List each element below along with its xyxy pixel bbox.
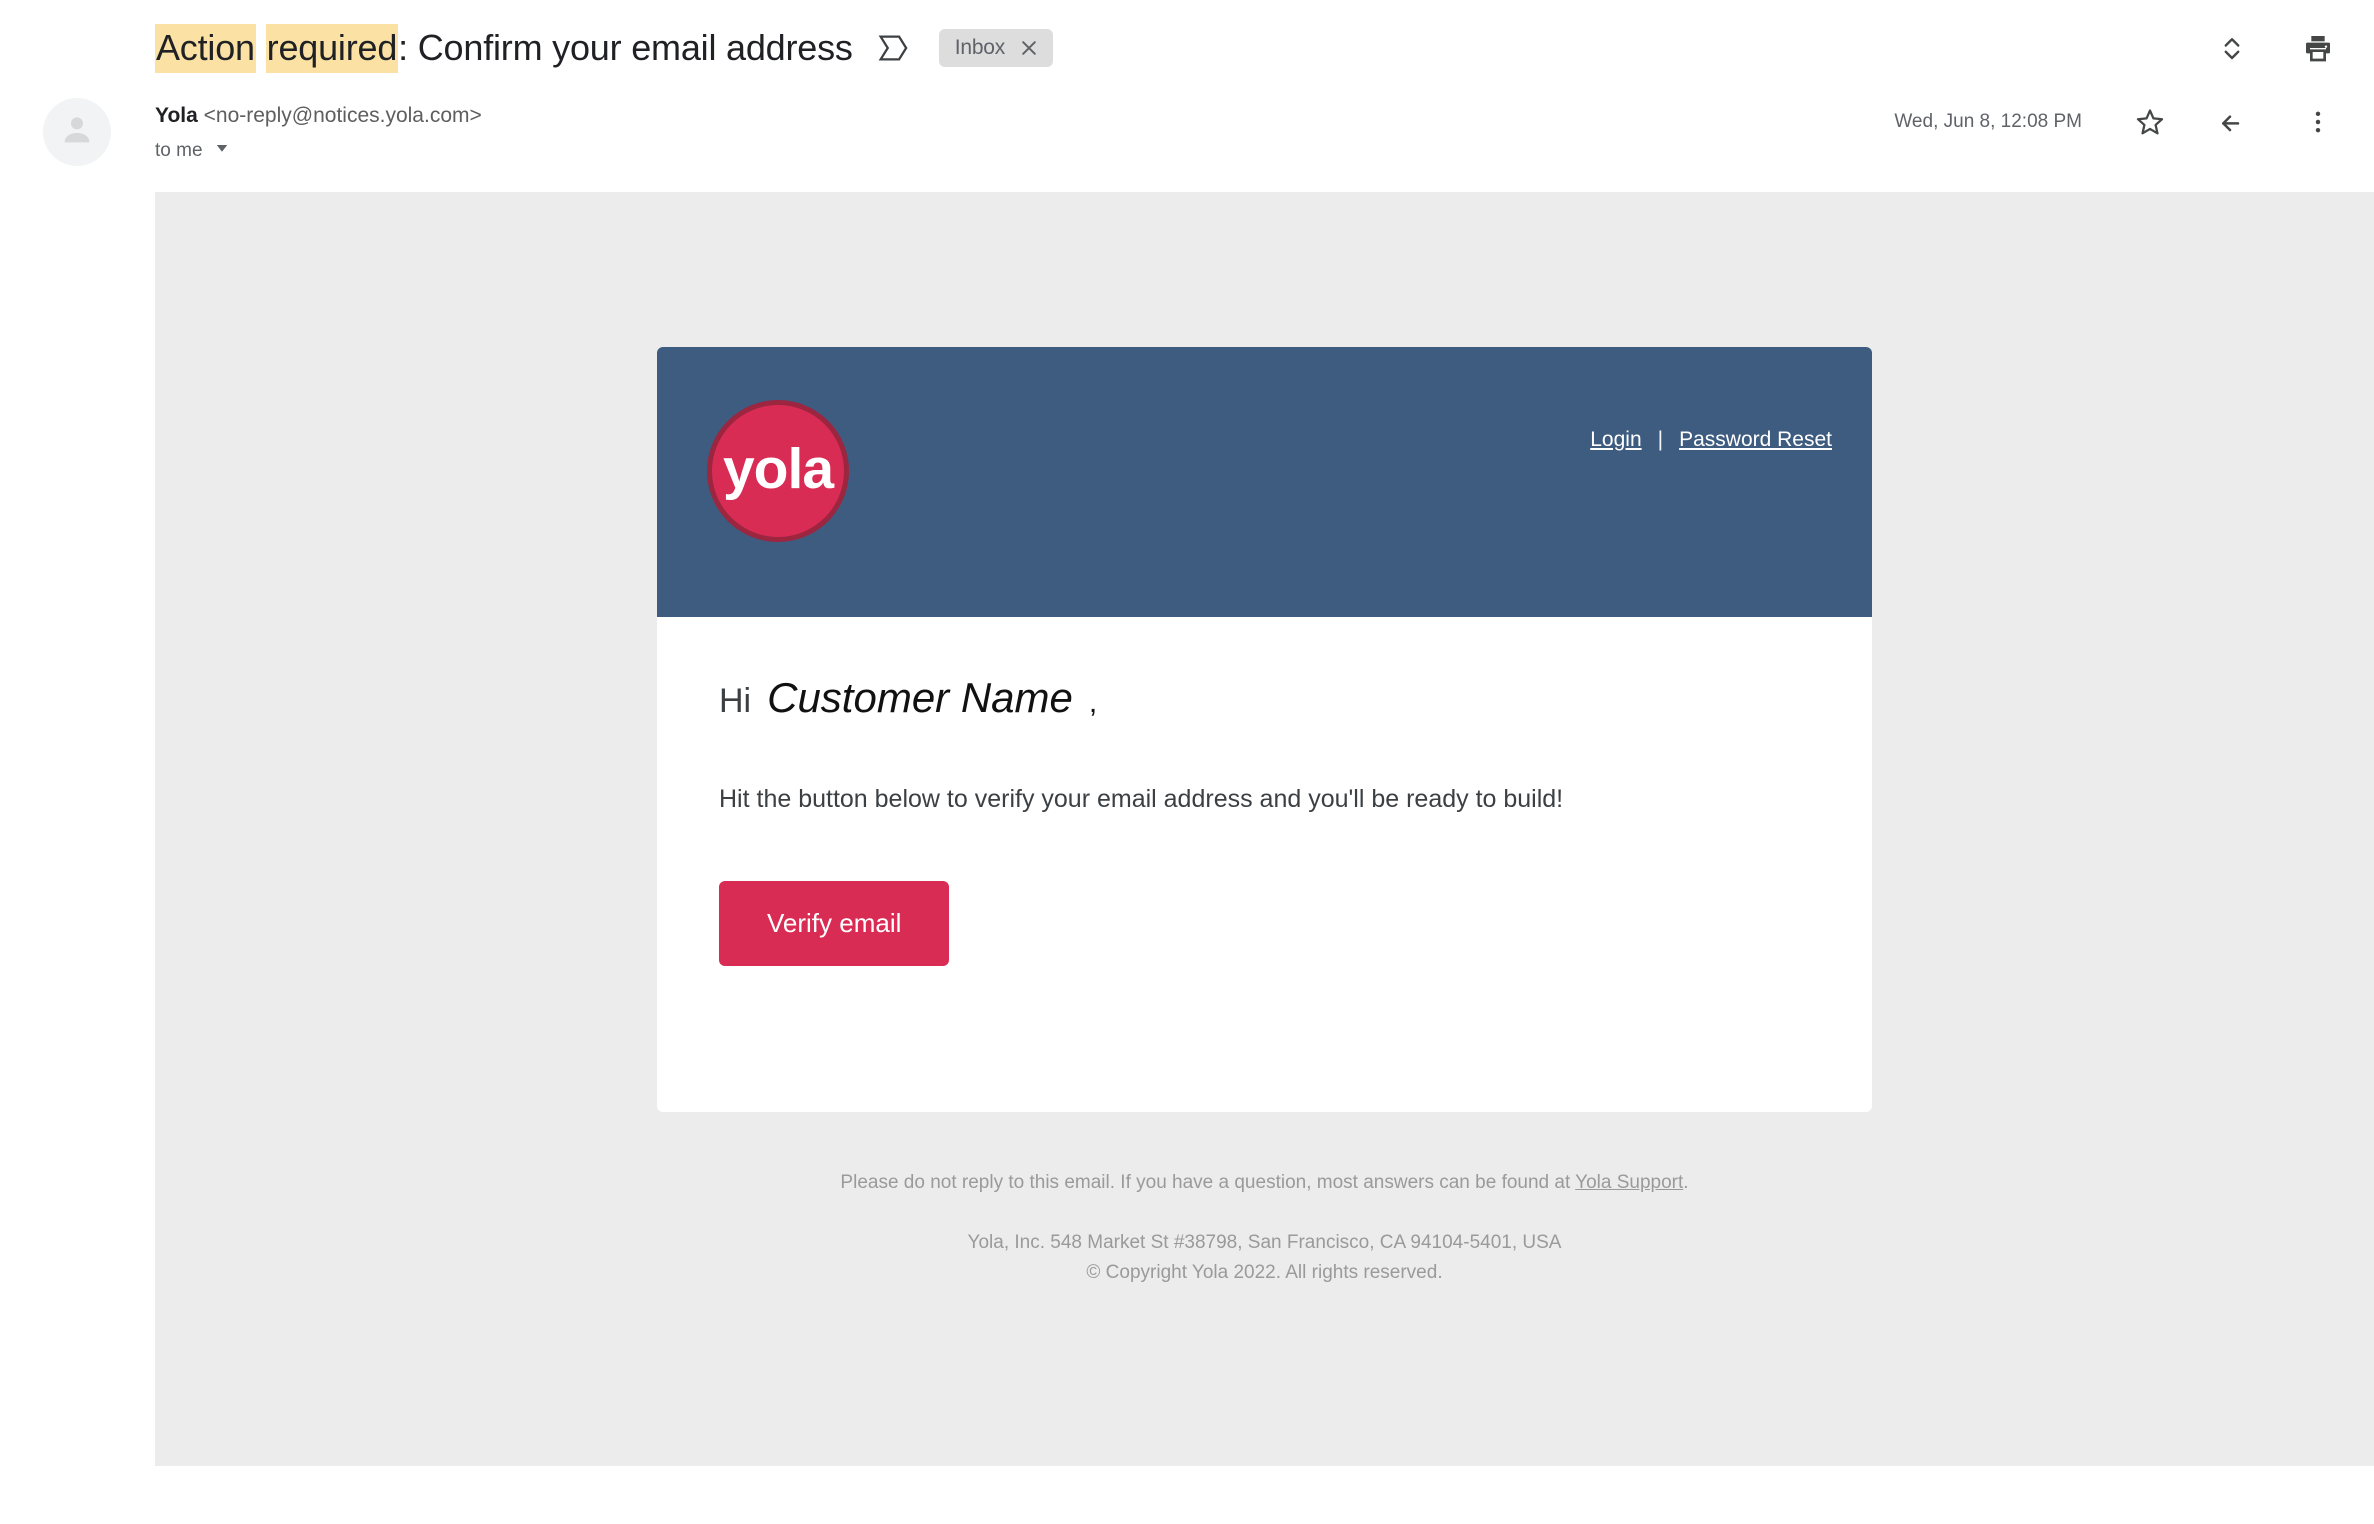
page-title: Action required : Confirm your email add… [155, 23, 1054, 73]
label-chip-text: Inbox [954, 36, 1006, 59]
subject-actions [2210, 26, 2340, 70]
reply-icon[interactable] [2212, 100, 2256, 144]
footer-note: Please do not reply to this email. If yo… [657, 1172, 1872, 1194]
email-card-header: yola Login | Password Reset [657, 347, 1872, 617]
email-card-body: Hi Customer Name , Hit the button below … [657, 617, 1872, 1112]
greeting-comma: , [1088, 686, 1098, 719]
star-icon[interactable] [2128, 100, 2172, 144]
sigma-thread-icon [875, 31, 909, 65]
logo-text: yola [722, 436, 834, 501]
label-chip-inbox[interactable]: Inbox [938, 29, 1054, 67]
greeting-name: Customer Name [767, 674, 1073, 721]
print-icon[interactable] [2296, 26, 2340, 70]
footer-note-suffix: . [1683, 1172, 1689, 1193]
expand-collapse-icon[interactable] [2210, 26, 2254, 70]
sender-row: Yola <no-reply@notices.yola.com> to me W… [0, 96, 2374, 192]
message-actions: Wed, Jun 8, 12:08 PM [1894, 100, 2340, 144]
email-card: yola Login | Password Reset Hi Customer … [657, 347, 1872, 1112]
greeting-prefix: Hi [719, 682, 752, 720]
yola-support-link[interactable]: Yola Support [1575, 1172, 1683, 1193]
email-body-panel: yola Login | Password Reset Hi Customer … [155, 192, 2374, 1466]
subject-row: Action required : Confirm your email add… [0, 0, 2374, 96]
timestamp: Wed, Jun 8, 12:08 PM [1894, 111, 2082, 132]
more-vert-icon[interactable] [2296, 100, 2340, 144]
login-link[interactable]: Login [1590, 428, 1641, 452]
verify-email-button[interactable]: Verify email [719, 881, 950, 966]
close-icon[interactable] [1019, 38, 1039, 58]
body-paragraph: Hit the button below to verify your emai… [719, 785, 1564, 813]
chevron-down-icon [213, 139, 231, 163]
person-avatar-icon [57, 110, 97, 155]
avatar [43, 98, 111, 166]
yola-logo-icon: yola [707, 400, 849, 542]
footer-copyright: © Copyright Yola 2022. All rights reserv… [1086, 1262, 1443, 1283]
subject-highlight-required: required [265, 23, 399, 73]
subject-remainder: : Confirm your email address [398, 26, 853, 68]
sender-email: <no-reply@notices.yola.com> [203, 104, 482, 127]
sender-name: Yola [155, 104, 198, 127]
link-separator: | [1657, 428, 1664, 451]
subject-highlight-action: Action [155, 23, 256, 73]
footer-address: Yola, Inc. 548 Market St #38798, San Fra… [967, 1232, 1562, 1253]
password-reset-link[interactable]: Password Reset [1679, 428, 1832, 452]
email-header-links: Login | Password Reset [1590, 428, 1832, 452]
greeting: Hi Customer Name , [719, 674, 1810, 722]
email-footer: Please do not reply to this email. If yo… [657, 1112, 1872, 1284]
recipient-label: to me [155, 140, 203, 161]
footer-note-prefix: Please do not reply to this email. If yo… [840, 1172, 1576, 1193]
